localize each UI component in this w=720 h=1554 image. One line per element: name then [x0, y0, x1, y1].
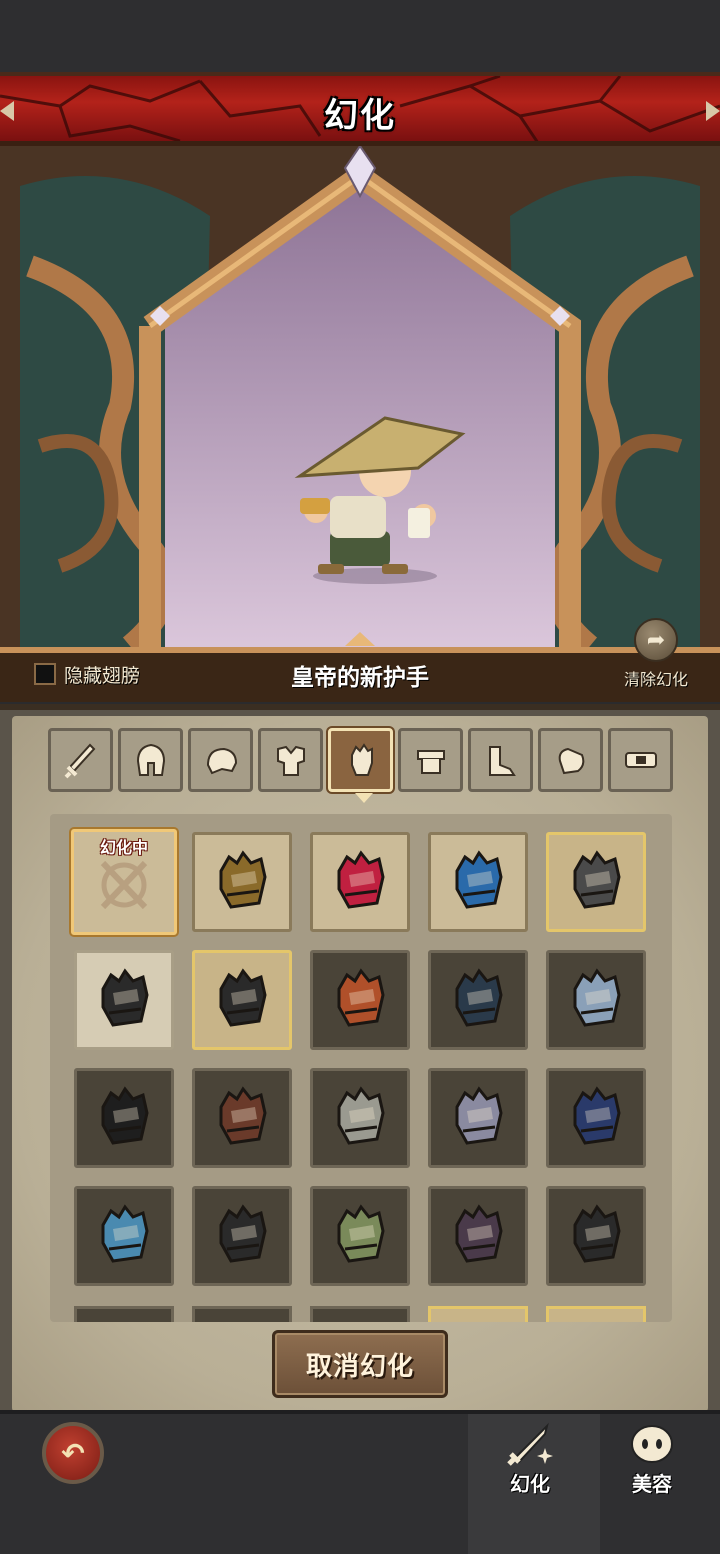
appearance-slot[interactable] — [192, 950, 292, 1050]
clear-transmog-button[interactable]: ➦ 清除幻化 — [618, 618, 694, 689]
gauntlet-icon — [573, 850, 621, 909]
cancel-transmog-button[interactable]: 取消幻化 — [272, 1330, 448, 1398]
appearance-slot[interactable]: 幻化中 — [71, 829, 177, 935]
item-name: 皇帝的新护手 — [291, 665, 429, 691]
appearance-slot[interactable] — [546, 1068, 646, 1168]
grid-slot-partial — [192, 1306, 292, 1322]
gauntlet-icon — [455, 1204, 503, 1263]
appearance-slot[interactable] — [428, 950, 528, 1050]
tab-boots[interactable] — [468, 728, 533, 792]
helmet-icon — [136, 743, 165, 776]
gauntlet-icon — [337, 850, 385, 909]
appearance-slot[interactable] — [546, 1186, 646, 1286]
tab-shoulder[interactable] — [188, 728, 253, 792]
appearance-slot[interactable] — [546, 950, 646, 1050]
gauntlet-icon — [219, 1204, 267, 1263]
cancel-transmog-label: 取消幻化 — [305, 1351, 414, 1382]
ornate-frame — [0, 146, 720, 702]
gauntlet-icon — [337, 1086, 385, 1145]
gauntlet-icon — [101, 1086, 149, 1145]
equipment-tabs — [48, 728, 673, 803]
page-title: 幻化 — [324, 96, 396, 136]
tab-sword[interactable] — [48, 728, 113, 792]
ring-icon — [624, 752, 657, 768]
back-arrow-icon: ↶ — [61, 1436, 85, 1470]
sword-icon — [64, 743, 95, 779]
appearance-slot[interactable] — [192, 832, 292, 932]
item-name-plate: 皇帝的新护手 — [168, 654, 552, 696]
belt-icon — [416, 750, 445, 774]
nav-beauty-label: 美容 — [632, 1472, 672, 1496]
face-icon — [631, 1425, 673, 1463]
grid-slot-partial — [310, 1306, 410, 1322]
appearance-slot[interactable] — [310, 832, 410, 932]
appearance-slot[interactable] — [310, 950, 410, 1050]
gauntlet-icon — [101, 1204, 149, 1263]
back-button[interactable]: ↶ — [42, 1422, 104, 1484]
appearance-slot[interactable] — [74, 1186, 174, 1286]
nav-transmog[interactable]: 幻化 — [482, 1418, 578, 1504]
appearance-slot[interactable] — [546, 832, 646, 932]
appearance-slot[interactable] — [428, 1068, 528, 1168]
appearance-slot[interactable] — [74, 1068, 174, 1168]
appearance-slot[interactable] — [192, 1068, 292, 1168]
grid-slot-partial — [428, 1306, 528, 1322]
sword-sparkle-icon — [507, 1422, 553, 1466]
appearance-slot[interactable] — [428, 1186, 528, 1286]
gauntlet-icon — [455, 968, 503, 1027]
gauntlet-icon — [219, 850, 267, 909]
nav-beauty[interactable]: 美容 — [604, 1418, 700, 1504]
gauntlet-icon — [455, 850, 503, 909]
appearance-slot[interactable] — [428, 832, 528, 932]
gauntlet-icon — [350, 743, 373, 776]
gauntlet-icon — [455, 1086, 503, 1145]
gauntlet-icon — [101, 968, 149, 1027]
gauntlet-icon — [337, 1204, 385, 1263]
appearance-slot[interactable] — [310, 1068, 410, 1168]
tab-chest-armor[interactable] — [258, 728, 323, 792]
hide-wings-checkbox[interactable] — [34, 663, 56, 685]
appearance-slot[interactable] — [74, 950, 174, 1050]
tab-gauntlet[interactable] — [328, 728, 393, 803]
hide-wings-toggle[interactable]: 隐藏翅膀 — [34, 660, 140, 688]
tab-helmet[interactable] — [118, 728, 183, 792]
grid-slot-partial — [74, 1306, 174, 1322]
tab-belt[interactable] — [398, 728, 463, 792]
redo-arrow-icon: ➦ — [634, 618, 678, 662]
tab-ring[interactable] — [608, 728, 673, 792]
title-banner: 幻化 — [0, 72, 720, 146]
hide-wings-label: 隐藏翅膀 — [64, 664, 141, 687]
gauntlet-icon — [219, 1086, 267, 1145]
top-bar — [0, 0, 720, 72]
gauntlet-icon — [573, 968, 621, 1027]
appearance-slot[interactable] — [310, 1186, 410, 1286]
boots-icon — [488, 746, 516, 776]
nav-transmog-label: 幻化 — [510, 1472, 550, 1496]
appearance-grid-container[interactable]: 幻化中 — [50, 814, 672, 1322]
active-tag: 幻化中 — [99, 838, 148, 857]
gauntlet-icon — [573, 1204, 621, 1263]
bracer-icon — [558, 747, 584, 775]
gauntlet-icon — [219, 968, 267, 1027]
clear-transmog-label: 清除幻化 — [623, 670, 688, 689]
appearance-slot[interactable] — [192, 1186, 292, 1286]
tab-bracer[interactable] — [538, 728, 603, 792]
gauntlet-icon — [337, 968, 385, 1027]
gauntlet-icon — [573, 1086, 621, 1145]
shoulder-icon — [206, 747, 237, 775]
character-stage — [0, 146, 720, 702]
appearance-grid: 幻化中 — [71, 829, 646, 1286]
chest-armor-icon — [276, 745, 305, 776]
grid-slot-partial — [546, 1306, 646, 1322]
